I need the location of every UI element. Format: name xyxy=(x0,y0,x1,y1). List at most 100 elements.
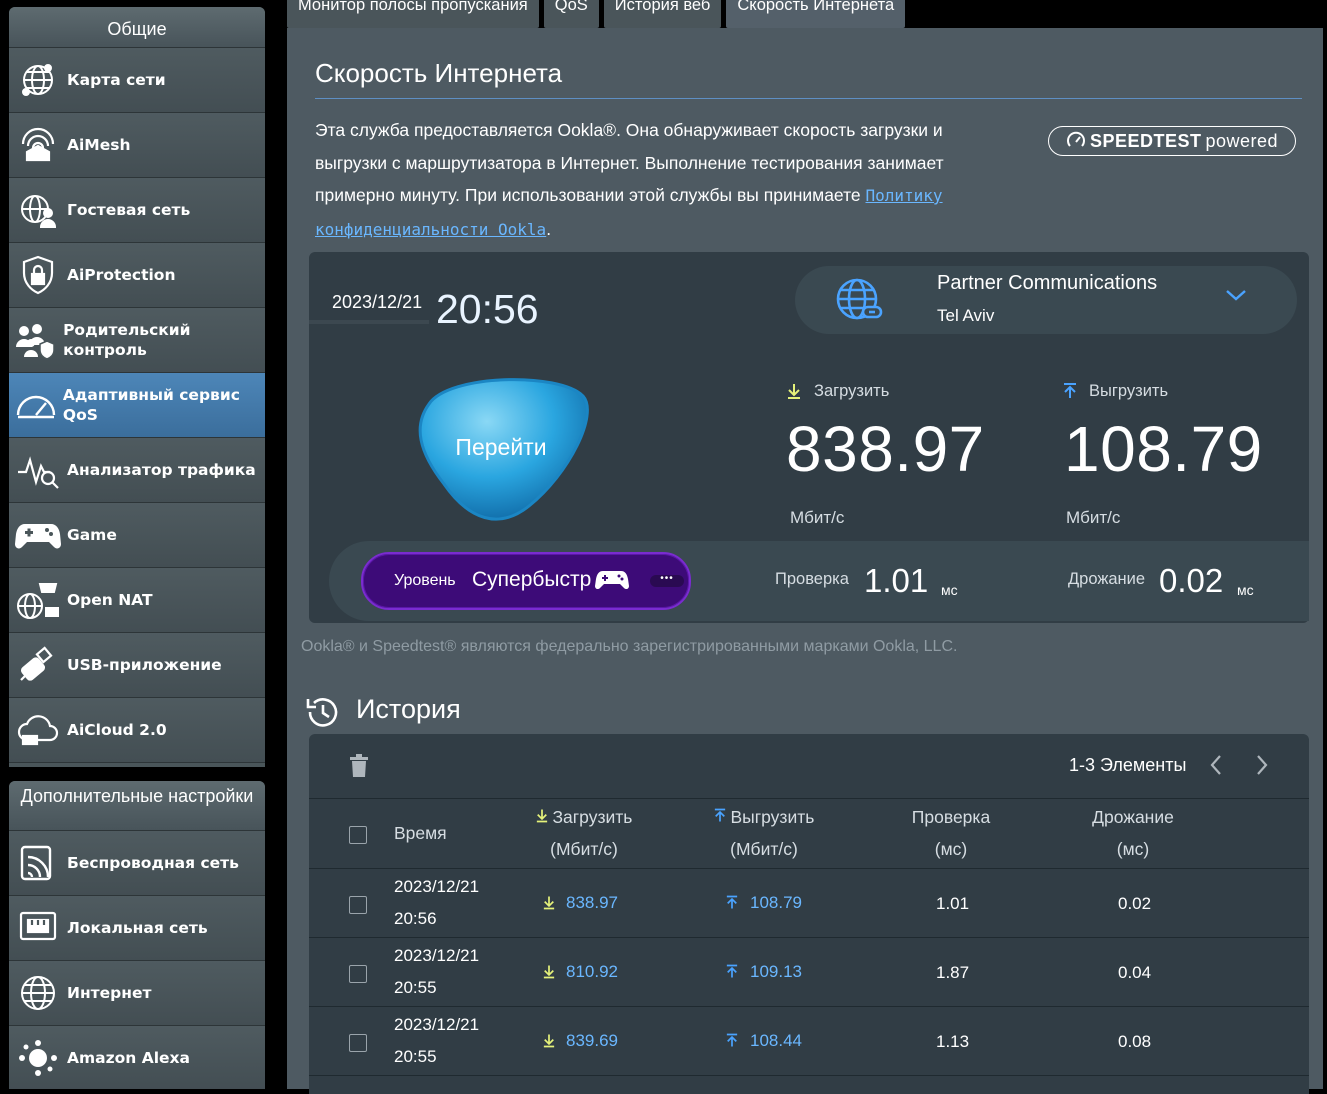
tab-bandwidth-monitor[interactable]: Монитор полосы пропускания xyxy=(287,0,539,28)
shield-icon xyxy=(9,254,67,296)
sidebar-item-label: Интернет xyxy=(67,984,152,1002)
row-checkbox[interactable] xyxy=(349,965,367,983)
sidebar-item-open-nat[interactable]: Open NAT xyxy=(9,568,265,633)
upload-arrow-icon xyxy=(726,1033,738,1047)
result-date: 2023/12/21 xyxy=(332,292,423,312)
sidebar-item-game[interactable]: Game xyxy=(9,503,265,568)
select-all-checkbox[interactable] xyxy=(349,826,367,844)
usb-icon xyxy=(9,644,67,686)
sidebar-item-network-map[interactable]: Карта сети xyxy=(9,48,265,113)
lan-icon xyxy=(9,910,67,946)
date-underline xyxy=(309,320,429,324)
download-arrow-icon xyxy=(543,965,555,979)
speedtest-brand: SPEEDTEST xyxy=(1089,130,1202,151)
trademark-note: Ookla® и Speedtest® являются федерально … xyxy=(301,638,958,655)
sidebar-item-traffic-analyzer[interactable]: Анализатор трафика xyxy=(9,438,265,503)
row-date: 2023/12/21 xyxy=(394,877,480,896)
history-table: 1-3 Элементы Время Загрузить (Мбит/с) Вы… xyxy=(309,734,1309,1094)
traffic-analyzer-icon xyxy=(9,450,67,490)
sidebar-item-adaptive-qos[interactable]: Адаптивный сервис QoS xyxy=(9,373,265,438)
col-download-unit: (Мбит/с) xyxy=(550,839,618,859)
open-nat-icon xyxy=(9,578,67,622)
sidebar-item-label: AiMesh xyxy=(67,136,131,154)
chevron-down-icon[interactable] xyxy=(1225,288,1247,307)
row-date: 2023/12/21 xyxy=(394,1015,480,1034)
sidebar-item-aimesh[interactable]: AiMesh xyxy=(9,113,265,178)
upload-arrow-icon xyxy=(714,808,725,822)
go-button-label: Перейти xyxy=(455,434,547,460)
sidebar-item-label: Game xyxy=(67,526,117,544)
title-divider xyxy=(315,98,1302,99)
row-time: 20:56 xyxy=(394,909,437,928)
history-icon xyxy=(304,695,340,734)
col-upload-unit: (Мбит/с) xyxy=(730,839,798,859)
trash-icon[interactable] xyxy=(349,754,369,783)
row-upload: 109.13 xyxy=(750,962,802,981)
row-time: 20:55 xyxy=(394,978,437,997)
alexa-icon xyxy=(9,1038,67,1078)
col-upload: Выгрузить (Мбит/с) xyxy=(706,801,822,865)
pager-text: 1-3 Элементы xyxy=(1069,755,1187,775)
row-time: 20:55 xyxy=(394,1047,437,1066)
isp-selector[interactable]: Partner Communications Tel Aviv xyxy=(795,266,1297,334)
sidebar-item-amazon-alexa[interactable]: Amazon Alexa xyxy=(9,1026,265,1089)
table-bottom-border xyxy=(309,1075,1309,1077)
sidebar-item-wireless[interactable]: Беспроводная сеть xyxy=(9,831,265,896)
sidebar-general-title: Общие xyxy=(9,7,265,48)
sidebar-item-label: Адаптивный сервис QoS xyxy=(62,386,240,424)
sidebar-item-usb-app[interactable]: USB-приложение xyxy=(9,633,265,698)
qos-gauge-icon xyxy=(9,387,63,423)
download-label: Загрузить xyxy=(814,382,890,400)
isp-globe-icon xyxy=(835,277,883,328)
speedtest-powered-badge: SPEEDTEST powered xyxy=(1048,126,1296,156)
row-download: 839.69 xyxy=(566,1031,618,1050)
row-jitter: 0.04 xyxy=(1118,963,1152,982)
sidebar-item-aicloud[interactable]: AiCloud 2.0 xyxy=(9,698,265,763)
upload-arrow-icon xyxy=(726,964,738,978)
page-title: Скорость Интернета xyxy=(315,58,563,88)
tab-internet-speed[interactable]: Скорость Интернета xyxy=(726,0,906,28)
more-icon[interactable]: ••• xyxy=(650,574,684,587)
sidebar-item-guest-network[interactable]: Гостевая сеть xyxy=(9,178,265,243)
tab-qos[interactable]: QoS xyxy=(543,0,599,28)
sidebar-item-lan[interactable]: Локальная сеть xyxy=(9,896,265,961)
row-date: 2023/12/21 xyxy=(394,946,480,965)
sidebar-item-internet[interactable]: Интернет xyxy=(9,961,265,1026)
chevron-left-icon[interactable] xyxy=(1209,754,1223,781)
ping-label: Проверка xyxy=(775,570,849,588)
download-unit: Мбит/с xyxy=(790,508,845,527)
speed-level-badge: Уровень Супербыстр ••• xyxy=(361,552,691,610)
result-time: 20:56 xyxy=(436,286,539,332)
download-arrow-icon xyxy=(788,384,800,399)
go-button[interactable]: Перейти xyxy=(409,374,593,524)
guest-network-icon xyxy=(9,189,67,231)
download-arrow-icon xyxy=(536,809,547,823)
parental-control-icon xyxy=(9,319,63,361)
ping-unit: мс xyxy=(941,582,958,598)
col-jitter-unit: (мс) xyxy=(1116,839,1150,859)
download-arrow-icon xyxy=(543,1034,555,1048)
sidebar-item-parental-control[interactable]: Родительский контроль xyxy=(9,308,265,373)
tab-web-history[interactable]: История веб xyxy=(603,0,722,28)
aimesh-icon xyxy=(9,124,67,166)
row-checkbox[interactable] xyxy=(349,896,367,914)
speedtest-powered: powered xyxy=(1205,130,1279,151)
sidebar-item-label: Беспроводная сеть xyxy=(67,854,239,872)
internet-globe-icon xyxy=(9,973,67,1013)
sidebar-item-label: Родительский контроль xyxy=(63,321,191,359)
isp-name: Partner Communications xyxy=(937,272,1158,294)
col-ping: Проверка (мс) xyxy=(901,801,1001,865)
history-title: История xyxy=(356,694,461,724)
col-upload-label: Выгрузить xyxy=(730,807,815,827)
upload-value: 108.79 xyxy=(1064,413,1263,485)
sidebar-item-label: Open NAT xyxy=(67,591,153,609)
upload-unit: Мбит/с xyxy=(1066,508,1121,527)
row-download: 810.92 xyxy=(566,962,618,981)
row-checkbox[interactable] xyxy=(349,1034,367,1052)
speedtest-result-card: 2023/12/21 20:56 Partner Communications … xyxy=(309,252,1309,623)
sidebar-item-aiprotection[interactable]: AiProtection xyxy=(9,243,265,308)
intro-text: Эта служба предоставляется Ookla®. Она о… xyxy=(315,114,995,246)
chevron-right-icon[interactable] xyxy=(1255,754,1269,781)
cloud-icon xyxy=(9,712,67,748)
col-download-label: Загрузить xyxy=(552,807,633,827)
